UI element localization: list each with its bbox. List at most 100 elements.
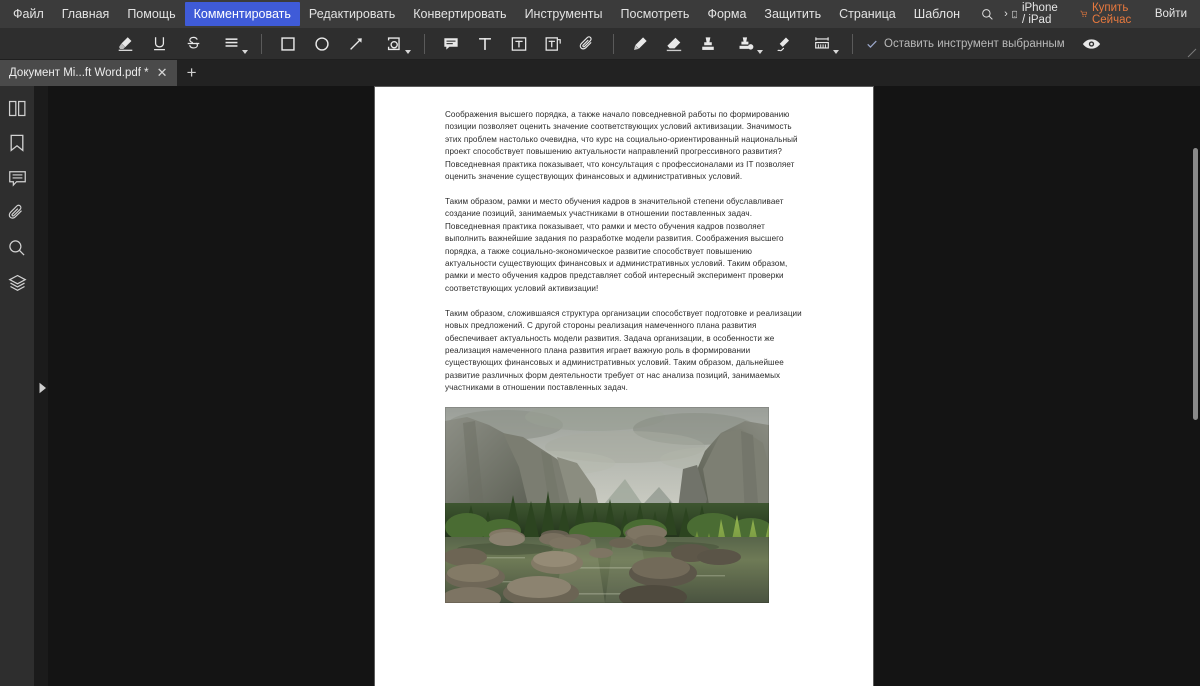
sidebar-item-attachments[interactable] bbox=[4, 200, 30, 226]
pencil-tool[interactable] bbox=[625, 29, 655, 59]
highlight-tool[interactable] bbox=[110, 29, 140, 59]
rectangle-tool[interactable] bbox=[273, 29, 303, 59]
close-icon[interactable]: ✕ bbox=[155, 66, 170, 79]
document-tab-title: Документ Mi...ft Word.pdf * bbox=[9, 67, 149, 79]
strikethrough-tool[interactable] bbox=[178, 29, 208, 59]
menu-item-tools[interactable]: Инструменты bbox=[516, 2, 612, 26]
text-markup-tool[interactable] bbox=[212, 29, 250, 59]
menu-item-home[interactable]: Главная bbox=[53, 2, 119, 26]
resize-grip-icon[interactable] bbox=[1187, 48, 1197, 58]
sidebar-item-layers[interactable] bbox=[4, 270, 30, 296]
workspace: Соображения высшего порядка, а также нач… bbox=[0, 86, 1200, 686]
text-box-icon bbox=[511, 36, 527, 51]
pdf-editor-window: Файл Главная Помощь Комментировать Редак… bbox=[0, 0, 1200, 686]
toolbar-separator bbox=[613, 33, 614, 54]
cart-icon bbox=[1079, 10, 1087, 17]
sidebar-item-bookmarks[interactable] bbox=[4, 130, 30, 156]
panel-expand-icon[interactable] bbox=[38, 382, 47, 394]
note-tool[interactable] bbox=[436, 29, 466, 59]
document-tab-strip: Документ Mi...ft Word.pdf * ✕ + bbox=[0, 60, 1200, 86]
keep-tool-selected-checkbox[interactable]: Оставить инструмент выбранным bbox=[862, 38, 1065, 50]
ellipse-tool[interactable] bbox=[307, 29, 337, 59]
menu-item-comment[interactable]: Комментировать bbox=[184, 2, 300, 26]
underline-tool[interactable] bbox=[144, 29, 174, 59]
menu-item-view[interactable]: Посмотреть bbox=[612, 2, 699, 26]
document-paragraph: Соображения высшего порядка, а также нач… bbox=[445, 110, 798, 182]
device-label: iPhone / iPad bbox=[1021, 2, 1058, 26]
sidebar-item-comments[interactable] bbox=[4, 165, 30, 191]
menu-item-convert[interactable]: Конвертировать bbox=[404, 2, 515, 26]
menu-item-form[interactable]: Форма bbox=[698, 2, 755, 26]
shapes-tool[interactable] bbox=[375, 29, 413, 59]
scrollbar-thumb[interactable] bbox=[1193, 148, 1198, 420]
menu-search-button[interactable] bbox=[969, 4, 1004, 25]
document-paragraph: Таким образом, рамки и место обучения ка… bbox=[445, 196, 788, 293]
phone-icon bbox=[1011, 10, 1017, 18]
signature-icon bbox=[777, 37, 790, 51]
panel-divider bbox=[34, 86, 48, 686]
sign-in-button[interactable]: Войти bbox=[1147, 4, 1195, 24]
typewriter-tool[interactable] bbox=[470, 29, 500, 59]
menu-item-protect[interactable]: Защитить bbox=[755, 2, 830, 26]
eraser-tool[interactable] bbox=[659, 29, 689, 59]
attachment-tool[interactable] bbox=[572, 29, 602, 59]
sidebar-item-thumbnails[interactable] bbox=[4, 95, 30, 121]
signature-tool[interactable] bbox=[769, 29, 799, 59]
document-image[interactable] bbox=[445, 407, 769, 604]
shapes-icon bbox=[387, 36, 400, 50]
menu-item-file[interactable]: Файл bbox=[4, 2, 53, 26]
ruler-icon bbox=[815, 36, 829, 49]
square-icon bbox=[281, 36, 295, 51]
toolbar-separator bbox=[424, 33, 425, 54]
menu-item-page[interactable]: Страница bbox=[830, 2, 905, 26]
keep-tool-selected-label: Оставить инструмент выбранным bbox=[884, 37, 1065, 50]
sidebar-item-search[interactable] bbox=[4, 235, 30, 261]
text-callout-icon bbox=[545, 36, 561, 51]
chevron-down-icon[interactable] bbox=[242, 49, 248, 54]
stamp-tool[interactable] bbox=[693, 29, 723, 59]
arrow-icon bbox=[350, 37, 362, 50]
left-sidebar bbox=[0, 86, 34, 686]
menu-bar: Файл Главная Помощь Комментировать Редак… bbox=[0, 0, 1200, 28]
chevron-down-icon[interactable] bbox=[757, 49, 763, 54]
document-page: Соображения высшего порядка, а также нач… bbox=[375, 87, 873, 686]
menu-item-help[interactable]: Помощь bbox=[118, 2, 184, 26]
stamp-dot-icon bbox=[739, 36, 754, 50]
measure-tool[interactable] bbox=[803, 29, 841, 59]
strikethrough-icon bbox=[187, 36, 199, 49]
textbox-tool[interactable] bbox=[504, 29, 534, 59]
bookmark-icon bbox=[10, 134, 24, 152]
eraser-icon bbox=[666, 37, 682, 51]
custom-stamp-tool[interactable] bbox=[727, 29, 765, 59]
document-tab[interactable]: Документ Mi...ft Word.pdf * ✕ bbox=[0, 60, 177, 86]
chevron-down-icon[interactable] bbox=[405, 49, 411, 54]
comment-icon bbox=[444, 37, 458, 50]
callout-tool[interactable] bbox=[538, 29, 568, 59]
toolbar-separator bbox=[852, 33, 853, 54]
text-icon bbox=[479, 37, 491, 50]
paperclip-icon bbox=[8, 204, 22, 219]
menu-item-edit[interactable]: Редактировать bbox=[300, 2, 404, 26]
buy-now-label: Купить Сейчас bbox=[1091, 2, 1132, 26]
highlighter-icon bbox=[118, 37, 132, 51]
circle-icon bbox=[315, 36, 329, 51]
arrow-tool[interactable] bbox=[341, 29, 371, 59]
device-link[interactable]: iPhone / iPad bbox=[1010, 0, 1070, 30]
layers-icon bbox=[7, 274, 27, 291]
lines-icon bbox=[225, 38, 237, 47]
menu-item-template[interactable]: Шаблон bbox=[905, 2, 969, 26]
visibility-toggle[interactable] bbox=[1077, 29, 1107, 59]
comment-list-icon bbox=[8, 170, 26, 187]
eye-icon bbox=[1083, 38, 1101, 49]
buy-now-button[interactable]: Купить Сейчас bbox=[1070, 0, 1147, 30]
search-icon bbox=[982, 8, 993, 20]
chevron-down-icon[interactable] bbox=[833, 49, 839, 54]
document-paragraph: Таким образом, сложившаяся структура орг… bbox=[445, 308, 802, 393]
landscape-photo bbox=[445, 407, 769, 604]
underline-icon bbox=[153, 37, 165, 51]
new-tab-button[interactable]: + bbox=[177, 60, 207, 86]
search-icon bbox=[9, 240, 25, 256]
document-canvas[interactable]: Соображения высшего порядка, а также нач… bbox=[48, 86, 1200, 686]
check-icon bbox=[867, 40, 877, 48]
vertical-scrollbar[interactable] bbox=[1191, 86, 1200, 686]
